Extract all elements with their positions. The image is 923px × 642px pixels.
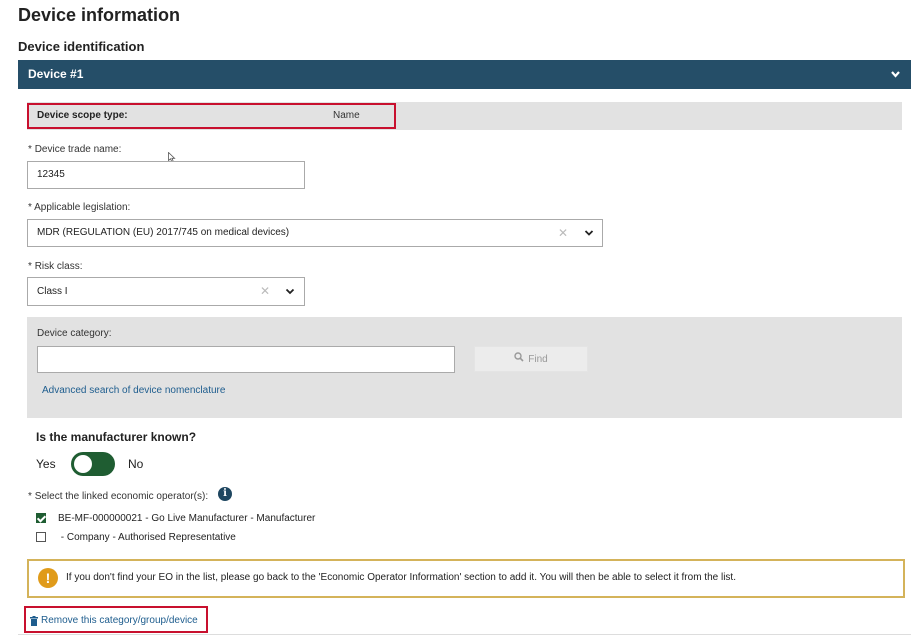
- toggle-yes-label: Yes: [36, 457, 56, 471]
- risk-class-value: Class I: [37, 286, 68, 297]
- warning-icon: !: [38, 568, 58, 588]
- trade-name-input[interactable]: 12345: [27, 161, 305, 189]
- warning-text: If you don't find your EO in the list, p…: [66, 572, 736, 583]
- clear-icon[interactable]: ✕: [260, 278, 270, 305]
- operator-checkbox-1[interactable]: [36, 513, 46, 523]
- operator-label-2: - Company - Authorised Representative: [58, 532, 236, 543]
- operator-checkbox-2[interactable]: [36, 532, 46, 542]
- chevron-down-icon[interactable]: [890, 60, 901, 101]
- risk-class-label-text: Risk class:: [34, 261, 83, 272]
- trade-name-label: * Device trade name:: [28, 144, 121, 155]
- manufacturer-known-toggle[interactable]: [71, 452, 115, 476]
- device-scope-label: Device scope type:: [37, 110, 128, 121]
- legislation-select[interactable]: MDR (REGULATION (EU) 2017/745 on medical…: [27, 219, 603, 247]
- bottom-divider: [18, 634, 911, 635]
- find-button-label: Find: [528, 354, 548, 366]
- required-mark: *: [28, 491, 32, 502]
- required-mark: *: [28, 261, 32, 272]
- remove-device-link[interactable]: Remove this category/group/device: [41, 615, 198, 626]
- device-header-bar[interactable]: Device #1: [18, 60, 911, 89]
- page-title: Device information: [18, 5, 181, 25]
- device-header-label: Device #1: [28, 67, 84, 81]
- find-button[interactable]: Find: [474, 346, 588, 372]
- toggle-knob: [74, 455, 92, 473]
- device-category-label: Device category:: [37, 328, 112, 339]
- operators-label: * Select the linked economic operator(s)…: [28, 491, 208, 502]
- manufacturer-question: Is the manufacturer known?: [36, 430, 197, 444]
- risk-class-select[interactable]: Class I ✕: [27, 277, 305, 306]
- required-mark: *: [28, 202, 32, 213]
- legislation-value: MDR (REGULATION (EU) 2017/745 on medical…: [37, 227, 290, 238]
- toggle-no-label: No: [128, 457, 144, 471]
- caret-down-icon[interactable]: [584, 220, 594, 257]
- section-title: Device identification: [18, 39, 145, 54]
- search-icon: [514, 347, 524, 372]
- risk-class-label: * Risk class:: [28, 261, 82, 272]
- operators-label-text: Select the linked economic operator(s):: [34, 491, 209, 502]
- device-category-input[interactable]: [37, 346, 455, 373]
- clear-icon[interactable]: ✕: [558, 220, 568, 246]
- legislation-label-text: Applicable legislation:: [34, 202, 131, 213]
- trash-icon[interactable]: [30, 613, 38, 626]
- operator-label-1: BE-MF-000000021 - Go Live Manufacturer -…: [58, 513, 316, 524]
- required-mark: *: [28, 144, 32, 155]
- trade-name-label-text: Device trade name:: [34, 144, 122, 155]
- legislation-label: * Applicable legislation:: [28, 202, 130, 213]
- info-icon[interactable]: i: [218, 487, 232, 501]
- device-scope-value: Name: [333, 110, 360, 121]
- advanced-search-link[interactable]: Advanced search of device nomenclature: [42, 385, 225, 396]
- caret-down-icon[interactable]: [285, 278, 295, 316]
